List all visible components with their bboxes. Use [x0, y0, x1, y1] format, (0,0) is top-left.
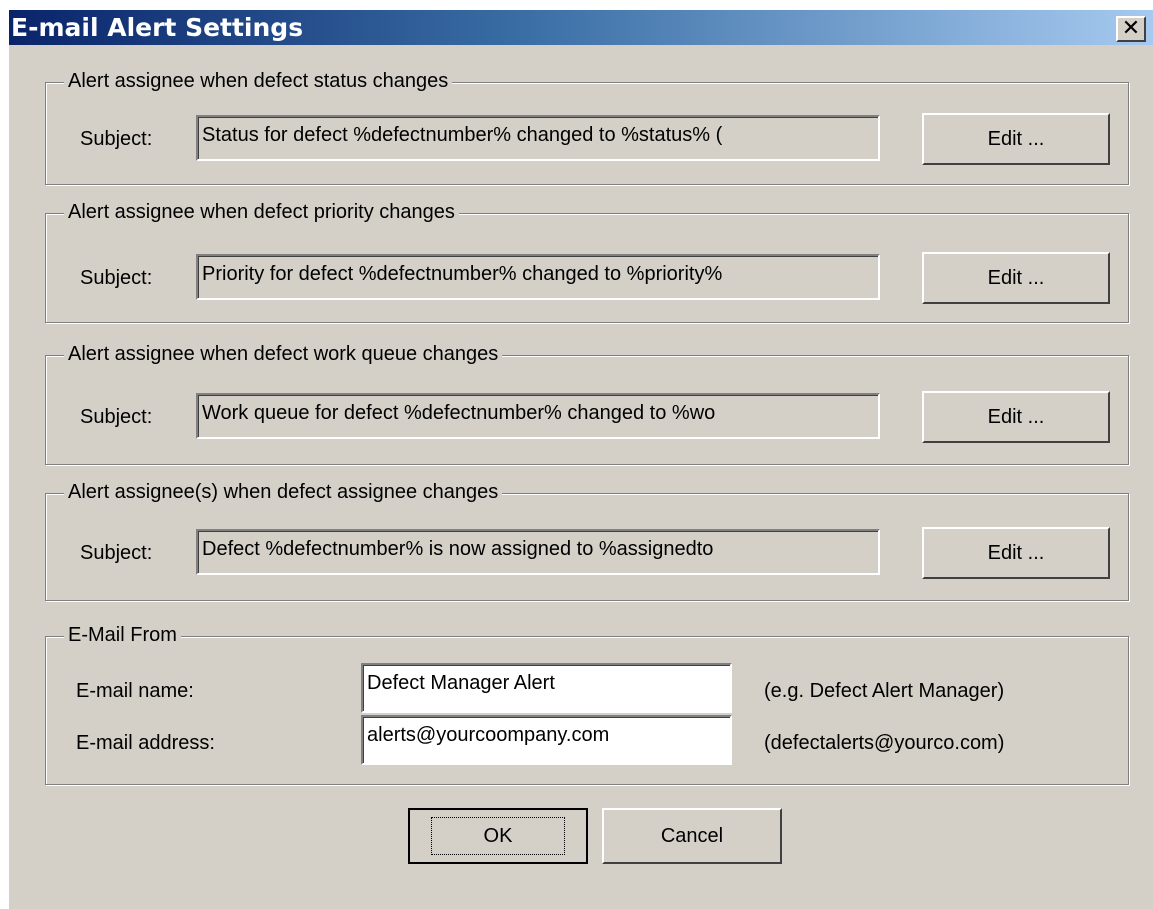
priority-edit-button[interactable]: Edit ...: [922, 252, 1110, 304]
close-icon: ✕: [1121, 16, 1141, 41]
assignee-subject-field[interactable]: Defect %defectnumber% is now assigned to…: [196, 529, 880, 575]
priority-alert-legend: Alert assignee when defect priority chan…: [64, 198, 459, 226]
status-alert-group: Alert assignee when defect status change…: [45, 67, 1129, 185]
assignee-subject-label: Subject:: [80, 542, 153, 564]
email-address-input[interactable]: alerts@yourcoompany.com: [361, 715, 732, 765]
work-queue-alert-legend: Alert assignee when defect work queue ch…: [64, 340, 503, 368]
email-from-group: E-Mail From E-mail name: Defect Manager …: [45, 621, 1129, 785]
email-address-label: E-mail address:: [76, 732, 215, 754]
email-address-hint: (defectalerts@yourco.com): [764, 732, 1005, 754]
email-from-legend: E-Mail From: [64, 621, 181, 649]
ok-button[interactable]: OK: [408, 808, 588, 864]
work-queue-edit-button[interactable]: Edit ...: [922, 391, 1110, 443]
email-name-label: E-mail name:: [76, 680, 194, 702]
status-alert-legend: Alert assignee when defect status change…: [64, 67, 453, 95]
email-alert-settings-dialog: E-mail Alert Settings ✕ Alert assignee w…: [7, 10, 1153, 909]
ok-focus-rect: OK: [430, 817, 566, 855]
assignee-edit-button[interactable]: Edit ...: [922, 527, 1110, 579]
email-name-input[interactable]: Defect Manager Alert: [361, 663, 732, 713]
status-subject-label: Subject:: [80, 128, 153, 150]
assignee-alert-group: Alert assignee(s) when defect assignee c…: [45, 478, 1129, 601]
email-name-hint: (e.g. Defect Alert Manager): [764, 680, 1005, 702]
status-edit-button[interactable]: Edit ...: [922, 113, 1110, 165]
close-button[interactable]: ✕: [1116, 16, 1146, 42]
priority-subject-label: Subject:: [80, 267, 153, 289]
status-subject-field[interactable]: Status for defect %defectnumber% changed…: [196, 115, 880, 161]
assignee-alert-legend: Alert assignee(s) when defect assignee c…: [64, 478, 503, 506]
cancel-button[interactable]: Cancel: [602, 808, 782, 864]
priority-subject-field[interactable]: Priority for defect %defectnumber% chang…: [196, 254, 880, 300]
dialog-title: E-mail Alert Settings: [11, 13, 304, 42]
work-queue-subject-label: Subject:: [80, 406, 153, 428]
title-bar[interactable]: E-mail Alert Settings ✕: [9, 10, 1153, 45]
work-queue-subject-field[interactable]: Work queue for defect %defectnumber% cha…: [196, 393, 880, 439]
work-queue-alert-group: Alert assignee when defect work queue ch…: [45, 340, 1129, 465]
priority-alert-group: Alert assignee when defect priority chan…: [45, 198, 1129, 323]
